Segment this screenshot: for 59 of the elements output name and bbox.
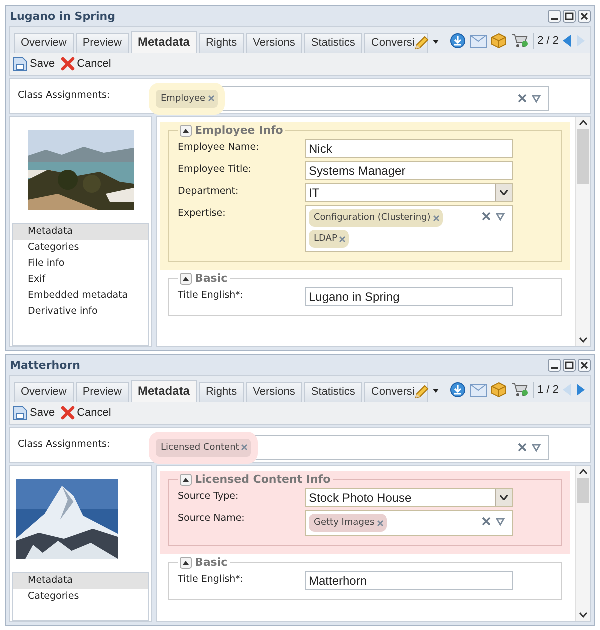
nav-item[interactable]: Exif [13,272,148,288]
field-label: Source Name: [178,512,246,524]
tab[interactable]: Statistics [304,33,362,53]
page-counter: 2 / 2 [538,35,559,47]
field-label: Employee Title: [178,163,253,175]
nav-item[interactable]: Categories [13,240,148,256]
text-field[interactable]: Nick [305,139,513,158]
save-button[interactable]: Save [13,406,56,420]
tab[interactable]: Versions [246,382,302,402]
field-label: Class Assignments: [18,89,112,101]
page-counter: 1 / 2 [538,384,559,396]
field-label: Title English*: [178,573,245,585]
field-label: Expertise: [178,207,227,219]
tab[interactable]: Preview [76,382,129,402]
tab[interactable]: Conversi [364,33,428,53]
section-title: Employee Info [195,124,284,137]
tab[interactable]: Conversi [364,382,428,402]
tab[interactable]: Metadata [130,380,197,402]
cancel-button[interactable]: Cancel [61,406,112,420]
section-title: Licensed Content Info [195,473,331,486]
section-title: Basic [195,556,228,569]
tab[interactable]: Rights [198,33,244,53]
save-button[interactable]: Save [13,56,56,72]
text-field[interactable]: Systems Manager [305,161,513,180]
nav-item[interactable]: Metadata [13,224,148,240]
field-label: Department: [178,185,240,197]
tab[interactable]: Preview [76,33,129,53]
nav-item[interactable]: Categories [13,589,148,605]
field-label: Class Assignments: [18,438,112,450]
section-title: Basic [195,272,228,285]
text-field[interactable]: Matterhorn [305,571,513,590]
tab[interactable]: Statistics [304,382,362,402]
tag-chip[interactable]: Configuration (Clustering) [309,209,443,227]
tag-field[interactable]: Configuration (Clustering) LDAP [305,205,513,252]
class-assignment-field[interactable]: Licensed Content [152,435,549,460]
tab[interactable]: Overview [14,33,74,53]
tag-chip[interactable]: Employee [156,90,218,108]
text-field[interactable]: Lugano in Spring [305,287,513,306]
tab[interactable]: Rights [198,382,244,402]
tab[interactable]: Versions [246,33,302,53]
field-label: Employee Name: [178,141,260,153]
field-label: Source Type: [178,490,240,502]
nav-item[interactable]: Metadata [13,573,148,589]
cancel-button[interactable]: Cancel [61,57,112,71]
tag-chip[interactable]: Licensed Content [156,438,252,456]
dropdown-field[interactable]: Stock Photo House [305,488,513,507]
window-title: Matterhorn [9,358,80,372]
tag-chip[interactable]: Getty Images [309,514,387,532]
tag-chip[interactable]: LDAP [309,230,350,248]
class-assignment-field[interactable]: Employee [152,86,549,111]
tag-field[interactable]: Getty Images [305,510,513,536]
field-label: Title English*: [178,289,245,301]
nav-item[interactable]: File info [13,256,148,272]
tab[interactable]: Metadata [130,31,197,53]
tab[interactable]: Overview [14,382,74,402]
nav-item[interactable]: Derivative info [13,304,148,320]
dropdown-field[interactable]: IT [305,183,513,202]
nav-item[interactable]: Embedded metadata [13,288,148,304]
window-title: Lugano in Spring [9,10,116,22]
